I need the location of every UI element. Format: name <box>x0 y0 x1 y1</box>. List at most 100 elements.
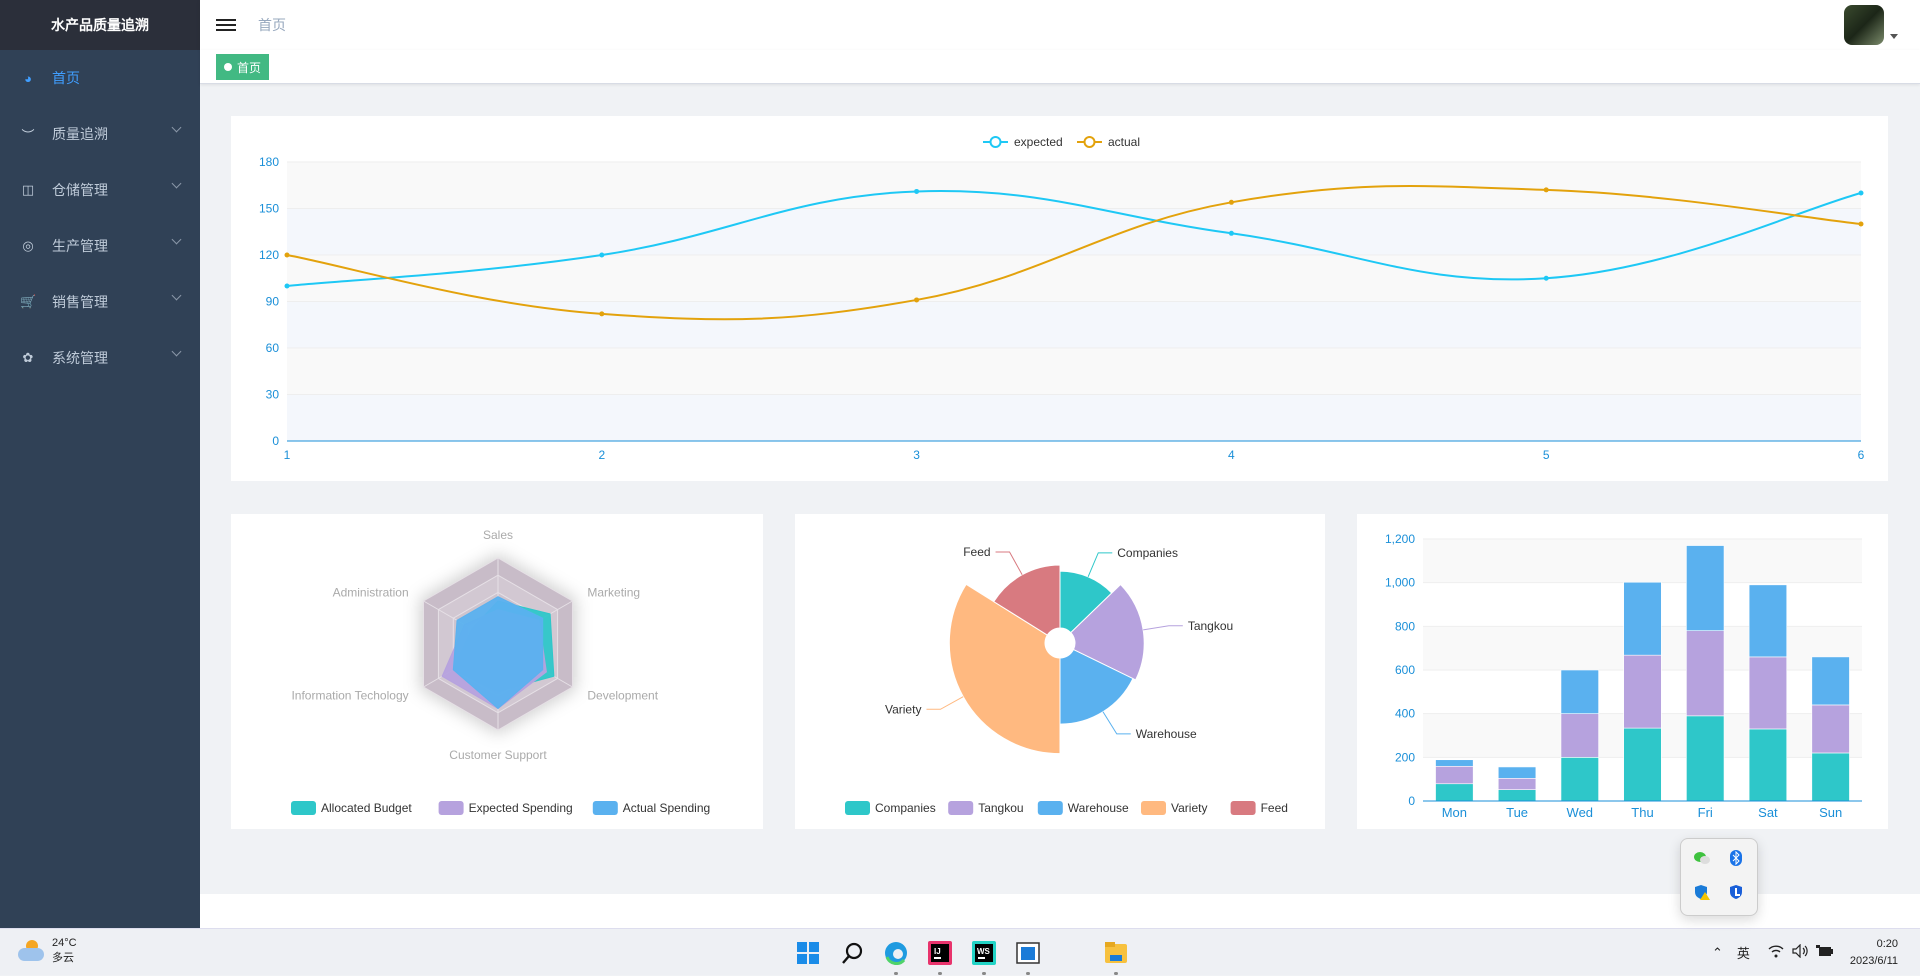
data-point <box>1543 275 1549 281</box>
defender-shield-icon[interactable] <box>1729 884 1743 905</box>
sidebar-item-5[interactable]: ✿ 系统管理 <box>0 330 200 386</box>
split-area <box>1423 539 1862 583</box>
radar-indicator-label: Development <box>587 689 658 703</box>
pie-chart-card: Companies Tangkou Warehouse Variety Feed Comp… <box>795 514 1325 829</box>
tag-home[interactable]: 首页 <box>216 54 270 80</box>
bar-segment <box>1435 759 1474 767</box>
bar-segment <box>1811 656 1850 706</box>
intellij-idea-icon[interactable]: IJ <box>924 937 956 975</box>
legend-label: expected <box>1014 135 1063 149</box>
navbar: 首页 <box>200 0 1920 50</box>
tray-overflow-popup <box>1680 838 1758 916</box>
bar-segment <box>1748 656 1788 730</box>
footer-area <box>200 894 1920 928</box>
split-area <box>287 162 1861 209</box>
clock[interactable]: 0:20 2023/6/11 <box>1850 936 1898 970</box>
bar-chart: 0 200 400 600 800 1,000 1,200 Mon Tue Wed Thu Fri Sa… <box>1385 532 1862 820</box>
legend-symbol <box>1083 136 1096 148</box>
volume-icon[interactable] <box>1792 943 1808 961</box>
avatar[interactable] <box>1844 5 1884 45</box>
data-point <box>914 188 920 194</box>
x-tick-label: 2 <box>598 448 605 462</box>
y-tick-label: 0 <box>1408 794 1415 808</box>
legend-label: Actual Spending <box>623 801 710 815</box>
sidebar-item-label: 销售管理 <box>52 294 108 310</box>
caret-down-icon[interactable] <box>1890 34 1898 43</box>
y-tick-label: 90 <box>266 295 280 309</box>
legend-label: actual <box>1108 135 1140 149</box>
x-tick-label: 6 <box>1858 448 1865 462</box>
edge-browser-icon[interactable] <box>880 937 912 975</box>
line-chart: 0 30 60 90 120 150 180 1 2 3 4 5 6 expected actual <box>259 135 1865 462</box>
legend-label: Companies <box>875 801 936 815</box>
sidebar-item-label: 质量追溯 <box>52 126 108 142</box>
webstorm-icon[interactable]: WS <box>968 937 1000 975</box>
y-tick-label: 180 <box>259 155 279 169</box>
sidebar-item-2[interactable]: ◫ 仓储管理 <box>0 162 200 218</box>
chevron-down-icon <box>171 290 182 301</box>
wechat-icon[interactable] <box>1694 851 1710 870</box>
label-line <box>995 551 1023 575</box>
y-tick-label: 60 <box>266 341 280 355</box>
sidebar-item-0[interactable]: ◕ 首页 <box>0 50 200 106</box>
wifi-icon[interactable] <box>1768 944 1784 961</box>
window-app-icon[interactable] <box>1012 937 1044 975</box>
bar-segment <box>1435 783 1474 802</box>
gear-icon: ✿ <box>22 350 34 365</box>
sidebar-item-3[interactable]: ◎ 生产管理 <box>0 218 200 274</box>
legend-swatch <box>592 801 618 815</box>
data-point <box>284 252 290 258</box>
sidebar-item-4[interactable]: 🛒 销售管理 <box>0 274 200 330</box>
chevron-down-icon <box>171 122 182 133</box>
file-explorer-icon[interactable] <box>1100 937 1132 975</box>
svg-text:IJ: IJ <box>934 947 941 956</box>
data-point <box>1228 230 1234 236</box>
bar-segment <box>1623 581 1662 656</box>
sidebar-item-label: 仓储管理 <box>52 182 108 198</box>
pie-chart: Companies Tangkou Warehouse Variety Feed Comp… <box>845 545 1288 815</box>
search-icon[interactable] <box>836 937 868 969</box>
taskbar: 24°C 多云 IJ WS ⌃ 英 0:20 2023/6/11 <box>0 928 1920 975</box>
radar-indicator-label: Marketing <box>587 585 640 599</box>
x-tick-label: Wed <box>1567 805 1594 820</box>
x-tick-label: Thu <box>1631 805 1653 820</box>
weather-widget[interactable]: 24°C 多云 <box>18 937 77 965</box>
battery-charging-icon[interactable] <box>1815 944 1834 961</box>
legend-label: Tangkou <box>978 801 1023 815</box>
start-windows-icon[interactable] <box>792 937 824 969</box>
ime-indicator[interactable]: 英 <box>1737 943 1750 962</box>
security-warning-icon[interactable] <box>1694 884 1710 905</box>
data-point <box>284 283 290 289</box>
bar-segment <box>1748 584 1788 658</box>
x-tick-label: Sat <box>1758 805 1778 820</box>
bluetooth-icon[interactable] <box>1730 849 1742 871</box>
breadcrumb: 首页 <box>258 17 286 33</box>
hamburger-toggle-icon[interactable] <box>216 15 236 35</box>
split-area <box>287 255 1861 302</box>
weather-text: 多云 <box>52 952 74 964</box>
cart-icon: 🛒 <box>20 294 37 309</box>
bar-segment <box>1560 713 1599 758</box>
data-point <box>914 297 920 303</box>
sidebar-item-1[interactable]: ︶ 质量追溯 <box>0 106 200 162</box>
x-tick-label: 4 <box>1228 448 1235 462</box>
sidebar-item-label: 生产管理 <box>52 238 108 254</box>
radar-indicator-label: Administration <box>333 585 409 599</box>
app-title: 水产品质量追溯 <box>0 0 200 50</box>
slice-label: Feed <box>963 545 990 559</box>
bar-segment <box>1686 545 1725 632</box>
label-line <box>1102 711 1131 735</box>
chevron-up-icon[interactable]: ⌃ <box>1712 945 1723 961</box>
sidebar-item-label: 首页 <box>52 70 80 86</box>
x-tick-label: Tue <box>1506 805 1528 820</box>
slice-label: Companies <box>1117 546 1178 560</box>
data-point <box>1858 221 1864 227</box>
chevron-down-icon <box>171 234 182 245</box>
radar-chart: Sales Administration Information Techology… <box>291 528 710 815</box>
x-tick-label: 3 <box>913 448 920 462</box>
y-tick-label: 800 <box>1395 619 1415 633</box>
split-area <box>287 348 1861 395</box>
dashboard-icon: ◕ <box>24 70 32 86</box>
x-tick-label: Mon <box>1442 805 1467 820</box>
y-tick-label: 1,000 <box>1385 576 1415 590</box>
